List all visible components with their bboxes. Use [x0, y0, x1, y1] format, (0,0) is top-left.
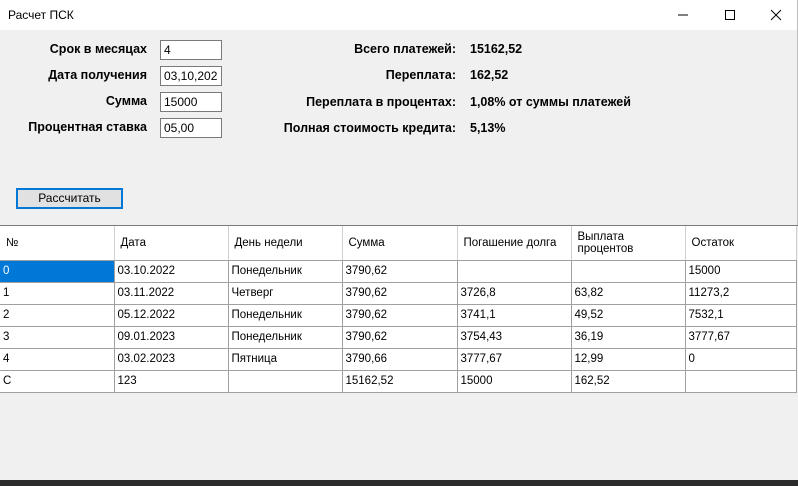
- minimize-icon: [678, 14, 688, 16]
- table-cell[interactable]: С: [0, 370, 115, 393]
- table-cell[interactable]: 0: [0, 260, 115, 283]
- table-cell[interactable]: 3741,1: [457, 304, 572, 327]
- term-label: Срок в месяцах: [49, 42, 147, 56]
- table-cell[interactable]: 03.02.2023: [114, 348, 229, 371]
- table-cell[interactable]: [457, 260, 572, 283]
- total-payments-label: Всего платежей:: [354, 42, 456, 56]
- sum-input[interactable]: [160, 92, 222, 112]
- table-cell[interactable]: 09.01.2023: [114, 326, 229, 349]
- table-cell[interactable]: 3754,43: [457, 326, 572, 349]
- rate-label: Процентная ставка: [28, 120, 147, 134]
- table-cell[interactable]: 63,82: [571, 282, 686, 305]
- maximize-icon: [725, 10, 735, 20]
- table-cell[interactable]: Понедельник: [228, 326, 343, 349]
- total-payments-value: 15162,52: [470, 42, 523, 56]
- table-cell[interactable]: 3726,8: [457, 282, 572, 305]
- close-icon: [770, 9, 782, 21]
- table-cell[interactable]: 05.12.2022: [114, 304, 229, 327]
- table-cell[interactable]: Пятница: [228, 348, 343, 371]
- full-credit-cost-label: Полная стоимость кредита:: [283, 121, 456, 135]
- overpayment-label: Переплата:: [385, 68, 456, 82]
- table-row[interactable]: С 123 15162,52 15000 162,52: [0, 370, 797, 393]
- payment-schedule-table: № Дата День недели Сумма Погашение долга…: [0, 226, 797, 393]
- table-cell[interactable]: 11273,2: [685, 282, 797, 305]
- bottom-edge: [0, 480, 798, 486]
- table-cell[interactable]: 03.11.2022: [114, 282, 229, 305]
- overpayment-percent-label: Переплата в процентах:: [306, 95, 456, 109]
- table-cell[interactable]: 3790,62: [342, 304, 458, 327]
- table-cell[interactable]: 3777,67: [457, 348, 572, 371]
- table-cell[interactable]: [228, 370, 343, 393]
- overpayment-value: 162,52: [470, 68, 509, 82]
- table-cell[interactable]: 3790,62: [342, 260, 458, 283]
- close-button[interactable]: [753, 0, 798, 30]
- table-cell[interactable]: 3: [0, 326, 115, 349]
- table-cell[interactable]: Четверг: [228, 282, 343, 305]
- table-cell[interactable]: 36,19: [571, 326, 686, 349]
- column-header-principal[interactable]: Погашение долга: [457, 226, 572, 261]
- table-cell[interactable]: 15162,52: [342, 370, 458, 393]
- date-input[interactable]: [160, 66, 222, 86]
- table-cell[interactable]: 3790,62: [342, 282, 458, 305]
- table-cell[interactable]: 03.10.2022: [114, 260, 229, 283]
- column-header-date[interactable]: Дата: [114, 226, 229, 261]
- table-cell[interactable]: 1: [0, 282, 115, 305]
- table-cell[interactable]: 49,52: [571, 304, 686, 327]
- table-row[interactable]: 3 09.01.2023 Понедельник 3790,62 3754,43…: [0, 326, 797, 349]
- main-window: Расчет ПСК Срок в месяцах Дата получения…: [0, 0, 798, 486]
- column-header-number[interactable]: №: [0, 226, 115, 261]
- table-cell[interactable]: 4: [0, 348, 115, 371]
- table-header-row: № Дата День недели Сумма Погашение долга…: [0, 226, 797, 261]
- table-cell[interactable]: Понедельник: [228, 304, 343, 327]
- column-header-weekday[interactable]: День недели: [228, 226, 343, 261]
- table-cell[interactable]: 162,52: [571, 370, 686, 393]
- table-cell[interactable]: Понедельник: [228, 260, 343, 283]
- payment-schedule-grid[interactable]: № Дата День недели Сумма Погашение долга…: [0, 226, 798, 480]
- date-label: Дата получения: [48, 68, 147, 82]
- title-bar[interactable]: Расчет ПСК: [0, 0, 797, 30]
- table-cell[interactable]: 2: [0, 304, 115, 327]
- maximize-button[interactable]: [707, 0, 753, 30]
- table-cell[interactable]: [685, 370, 797, 393]
- table-cell[interactable]: [571, 260, 686, 283]
- calculate-button[interactable]: Рассчитать: [16, 188, 123, 209]
- table-cell[interactable]: 12,99: [571, 348, 686, 371]
- column-header-amount[interactable]: Сумма: [342, 226, 458, 261]
- overpayment-percent-value: 1,08% от суммы платежей: [470, 95, 631, 109]
- table-cell[interactable]: 15000: [457, 370, 572, 393]
- table-cell[interactable]: 0: [685, 348, 797, 371]
- column-header-interest[interactable]: Выплата процентов: [571, 226, 686, 261]
- table-row[interactable]: 4 03.02.2023 Пятница 3790,66 3777,67 12,…: [0, 348, 797, 371]
- table-cell[interactable]: 3777,67: [685, 326, 797, 349]
- full-credit-cost-value: 5,13%: [470, 121, 506, 135]
- table-cell[interactable]: 7532,1: [685, 304, 797, 327]
- table-cell[interactable]: 123: [114, 370, 229, 393]
- column-header-balance[interactable]: Остаток: [685, 226, 797, 261]
- window-title: Расчет ПСК: [8, 8, 74, 22]
- table-row[interactable]: 1 03.11.2022 Четверг 3790,62 3726,8 63,8…: [0, 282, 797, 305]
- table-row[interactable]: 2 05.12.2022 Понедельник 3790,62 3741,1 …: [0, 304, 797, 327]
- rate-input[interactable]: [160, 118, 222, 138]
- minimize-button[interactable]: [660, 0, 706, 30]
- table-cell[interactable]: 3790,62: [342, 326, 458, 349]
- table-row[interactable]: 0 03.10.2022 Понедельник 3790,62 15000: [0, 260, 797, 283]
- sum-label: Сумма: [105, 94, 147, 108]
- table-cell[interactable]: 15000: [685, 260, 797, 283]
- term-input[interactable]: [160, 40, 222, 60]
- table-cell[interactable]: 3790,66: [342, 348, 458, 371]
